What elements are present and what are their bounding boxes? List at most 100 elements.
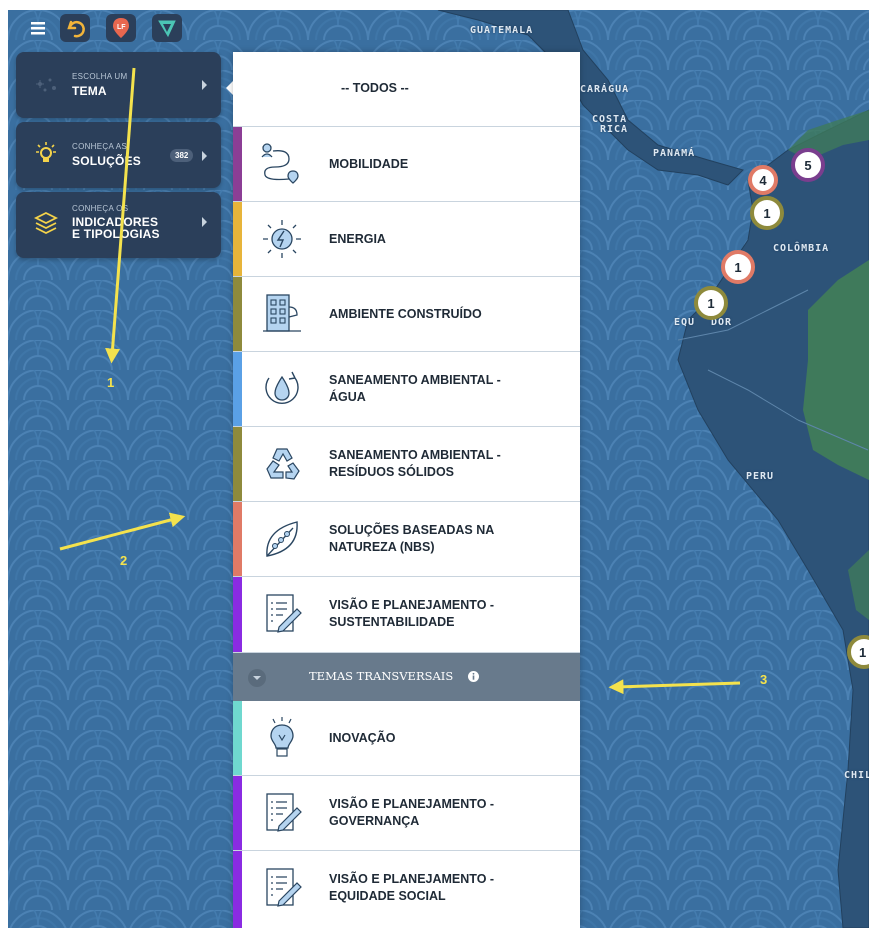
info-icon: [468, 671, 479, 682]
theme-color-bar: [233, 502, 242, 576]
theme-color-bar: [233, 202, 242, 276]
theme-dropdown: -- TODOS -- MOBILIDADE ENERGIA AMBIENTE …: [233, 52, 580, 928]
theme-option-planning-sustainability[interactable]: VISÃO E PLANEJAMENTO - SUSTENTABILIDADE: [233, 577, 580, 653]
undo-icon: [67, 20, 85, 38]
country-label: EQU: [674, 317, 696, 328]
chevron-right-icon: [202, 151, 207, 161]
undo-button[interactable]: [60, 14, 90, 42]
label-line: SOLUÇÕES BASEADAS NA: [329, 523, 495, 537]
solutions-count-badge: 382: [170, 149, 194, 162]
brand-button[interactable]: LF: [106, 14, 136, 42]
app-screen: GUATEMALA CARÁGUA COSTA RICA PANAMÁ COLÔ…: [0, 0, 869, 928]
energy-icon: [263, 220, 301, 258]
sidebar-item-subtitle: CONHEÇA AS: [72, 142, 128, 151]
theme-option-planning-governance[interactable]: VISÃO E PLANEJAMENTO - GOVERNANÇA: [233, 776, 580, 851]
theme-option-label: VISÃO E PLANEJAMENTO - SUSTENTABILIDADE: [329, 597, 494, 631]
sidebar-item-solutions[interactable]: CONHEÇA AS SOLUÇÕES 382: [16, 122, 221, 188]
sparkle-icon: [36, 78, 56, 92]
theme-color-bar: [233, 352, 242, 426]
brand-pin-icon: LF: [113, 18, 129, 38]
filter-button[interactable]: [152, 14, 182, 42]
theme-option-label: ENERGIA: [329, 232, 386, 246]
cluster-count: 1: [859, 644, 867, 660]
cluster-marker[interactable]: 4: [748, 165, 778, 195]
label-line: ÁGUA: [329, 390, 366, 404]
label-line: NATUREZA (NBS): [329, 540, 435, 554]
cluster-marker[interactable]: 1: [750, 196, 784, 230]
plan-icon: [266, 793, 302, 832]
theme-option-innovation[interactable]: INOVAÇÃO: [233, 701, 580, 776]
annotation-label: 3: [760, 672, 768, 687]
theme-option-sanitation-waste[interactable]: SANEAMENTO AMBIENTAL - RESÍDUOS SÓLIDOS: [233, 427, 580, 502]
theme-option-label: -- TODOS --: [341, 81, 409, 95]
label-line: VISÃO E PLANEJAMENTO -: [329, 598, 495, 612]
cluster-count: 1: [734, 259, 742, 275]
country-label: COLÔMBIA: [773, 243, 830, 254]
label-line: RESÍDUOS SÓLIDOS: [329, 465, 455, 479]
layers-icon: [33, 211, 59, 235]
chevron-right-icon: [202, 80, 207, 90]
recycle-icon: [266, 448, 300, 480]
idea-icon: [270, 717, 294, 757]
theme-color-bar: [233, 851, 242, 928]
cluster-count: 5: [804, 157, 812, 173]
plan-icon: [266, 594, 302, 633]
theme-color-bar: [233, 277, 242, 351]
theme-option-all[interactable]: -- TODOS --: [233, 52, 580, 127]
theme-option-nature-based[interactable]: SOLUÇÕES BASEADAS NA NATUREZA (NBS): [233, 502, 580, 577]
sidebar-item-title: TEMA: [72, 84, 107, 98]
cluster-marker[interactable]: 1: [694, 286, 728, 320]
country-label: PANAMÁ: [653, 148, 696, 159]
building-icon: [263, 294, 301, 332]
theme-option-label: SANEAMENTO AMBIENTAL - ÁGUA: [329, 372, 501, 406]
menu-icon: [31, 22, 45, 35]
theme-option-label: VISÃO E PLANEJAMENTO - EQUIDADE SOCIAL: [329, 871, 494, 905]
theme-color-bar: [233, 701, 242, 775]
theme-option-label: INOVAÇÃO: [329, 731, 396, 745]
theme-option-planning-equity[interactable]: VISÃO E PLANEJAMENTO - EQUIDADE SOCIAL: [233, 851, 580, 928]
filter-icon: [158, 20, 176, 38]
chevron-right-icon: [202, 217, 207, 227]
sidebar-item-subtitle: ESCOLHA UM: [72, 72, 128, 81]
theme-option-label: SOLUÇÕES BASEADAS NA NATUREZA (NBS): [329, 522, 494, 556]
country-label: CARÁGUA: [580, 84, 630, 95]
theme-option-energy[interactable]: ENERGIA: [233, 202, 580, 277]
theme-option-built-environment[interactable]: AMBIENTE CONSTRUÍDO: [233, 277, 580, 352]
sidebar-item-title: E TIPOLOGIAS: [72, 227, 160, 241]
cluster-count: 1: [763, 205, 771, 221]
theme-color-bar: [233, 776, 242, 850]
theme-color-bar: [233, 127, 242, 201]
annotation-label: 2: [120, 553, 128, 568]
theme-option-label: MOBILIDADE: [329, 157, 409, 171]
transversal-themes-label: TEMAS TRANSVERSAIS: [309, 669, 454, 683]
annotation-label: 1: [107, 375, 115, 390]
cluster-marker[interactable]: 5: [791, 148, 825, 182]
label-line: VISÃO E PLANEJAMENTO -: [329, 872, 495, 886]
country-label: CHIL: [844, 770, 869, 781]
label-line: VISÃO E PLANEJAMENTO -: [329, 797, 495, 811]
menu-button[interactable]: [24, 14, 54, 42]
cluster-marker[interactable]: 1: [721, 250, 755, 284]
label-line: SANEAMENTO AMBIENTAL -: [329, 448, 501, 462]
transversal-themes-header[interactable]: TEMAS TRANSVERSAIS: [233, 653, 580, 701]
cluster-count: 4: [759, 172, 767, 188]
water-drop-icon: [265, 371, 299, 405]
sidebar-item-indicators[interactable]: CONHEÇA OS INDICADORES E TIPOLOGIAS: [16, 192, 221, 258]
theme-option-label: SANEAMENTO AMBIENTAL - RESÍDUOS SÓLIDOS: [329, 447, 501, 481]
sidebar-item-title: SOLUÇÕES: [72, 154, 141, 168]
theme-option-label: VISÃO E PLANEJAMENTO - GOVERNANÇA: [329, 796, 494, 830]
svg-text:LF: LF: [117, 24, 126, 31]
theme-option-label: AMBIENTE CONSTRUÍDO: [329, 307, 482, 321]
theme-option-mobility[interactable]: MOBILIDADE: [233, 127, 580, 202]
plan-icon: [266, 868, 302, 907]
theme-color-bar: [233, 427, 242, 501]
leaf-icon: [266, 521, 298, 557]
cluster-count: 1: [707, 295, 715, 311]
theme-color-bar: [233, 577, 242, 652]
chevron-down-icon: [248, 669, 266, 687]
sidebar-item-theme[interactable]: ESCOLHA UM TEMA: [16, 52, 221, 118]
sidebar-item-subtitle: CONHEÇA OS: [72, 204, 129, 213]
theme-option-sanitation-water[interactable]: SANEAMENTO AMBIENTAL - ÁGUA: [233, 352, 580, 427]
country-label: PERU: [746, 471, 775, 482]
label-line: GOVERNANÇA: [329, 814, 420, 828]
